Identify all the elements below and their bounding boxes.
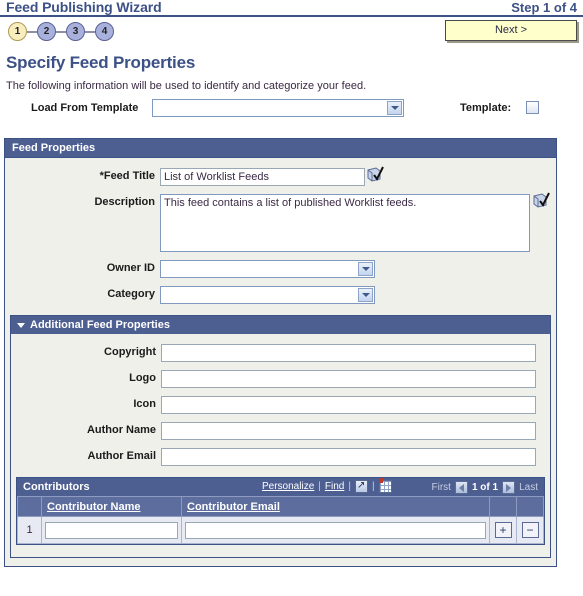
separator: | [318, 481, 321, 492]
logo-input[interactable] [161, 370, 536, 388]
feed-properties-panel: Feed Properties *Feed Title Description … [4, 138, 557, 567]
load-from-template-row: Load From Template Template: [0, 97, 583, 123]
step-dot-4[interactable]: 4 [95, 22, 114, 41]
copyright-label: Copyright [104, 346, 156, 358]
personalize-link[interactable]: Personalize [262, 481, 314, 492]
step-connector [56, 30, 66, 33]
column-header-contributor-email: Contributor Email [181, 496, 490, 517]
load-from-template-label: Load From Template [31, 102, 139, 114]
spell-check-icon[interactable] [533, 192, 551, 208]
wizard-step-bar: 1 2 3 4 Next > [0, 17, 583, 51]
first-link[interactable]: First [432, 482, 451, 493]
contributors-grid-header: Contributors Personalize | Find | | Firs… [17, 478, 544, 496]
contributors-grid-tools: Personalize | Find | | [262, 478, 392, 493]
template-checkbox[interactable] [526, 101, 539, 114]
logo-label: Logo [129, 372, 156, 384]
contributors-table: Contributor Name Contributor Email 1 + − [17, 496, 544, 544]
spell-check-icon[interactable] [367, 166, 385, 182]
description-label: Description [94, 196, 155, 208]
view-all-icon[interactable] [354, 479, 368, 493]
author-email-label: Author Email [87, 450, 156, 462]
feed-title-label: *Feed Title [99, 170, 155, 182]
copyright-input[interactable] [161, 344, 536, 362]
description-row: Description This feed contains a list of… [5, 191, 556, 257]
owner-id-row: Owner ID [5, 257, 556, 283]
delete-row-cell: − [516, 516, 544, 544]
triangle-down-icon[interactable] [17, 322, 25, 328]
wizard-header: Feed Publishing Wizard Step 1 of 4 [0, 0, 583, 17]
icon-label: Icon [133, 398, 156, 410]
additional-feed-properties-panel: Additional Feed Properties Copyright Log… [10, 315, 551, 558]
last-link[interactable]: Last [519, 482, 538, 493]
author-name-row: Author Name [11, 419, 550, 445]
step-connector [85, 30, 95, 33]
wizard-step-indicator: Step 1 of 4 [511, 0, 577, 15]
author-name-label: Author Name [86, 424, 156, 436]
page-intro-text: The following information will be used t… [6, 80, 367, 92]
author-name-input[interactable] [161, 422, 536, 440]
step-dot-1[interactable]: 1 [8, 22, 27, 41]
column-header-delete [516, 496, 544, 517]
next-button[interactable]: Next > [445, 20, 577, 41]
arrow-right-icon[interactable] [502, 481, 516, 494]
step-dot-3[interactable]: 3 [66, 22, 85, 41]
contributor-name-input[interactable] [45, 521, 178, 539]
load-from-template-select[interactable] [152, 99, 404, 117]
additional-feed-properties-header[interactable]: Additional Feed Properties [11, 316, 550, 334]
category-row: Category [5, 283, 556, 309]
feed-title-row: *Feed Title [5, 165, 556, 191]
step-dots: 1 2 3 4 [8, 22, 114, 41]
icon-row: Icon [11, 393, 550, 419]
contributors-pagination: First 1 of 1 Last [432, 481, 538, 494]
page-indicator: 1 of 1 [471, 482, 499, 493]
contributor-email-input[interactable] [185, 521, 486, 539]
owner-id-label: Owner ID [106, 262, 155, 274]
table-row: 1 + − [17, 516, 544, 544]
contributor-email-cell [181, 516, 490, 544]
separator: | [371, 481, 375, 492]
column-header-rownum [17, 496, 42, 517]
page-title: Specify Feed Properties [6, 53, 196, 72]
add-row-cell: + [489, 516, 517, 544]
column-header-add [489, 496, 517, 517]
column-header-contributor-name: Contributor Name [41, 496, 182, 517]
chevron-down-icon [358, 262, 373, 276]
sort-contributor-email-link[interactable]: Contributor Email [187, 501, 280, 513]
arrow-left-icon[interactable] [454, 481, 468, 494]
step-connector [27, 30, 37, 33]
feed-properties-header: Feed Properties [5, 139, 556, 158]
row-number: 1 [17, 516, 42, 544]
download-to-spreadsheet-icon[interactable] [378, 478, 392, 493]
chevron-down-icon [387, 101, 402, 115]
owner-id-select[interactable] [160, 260, 375, 278]
feed-properties-body: *Feed Title Description This feed contai… [5, 158, 556, 566]
sort-contributor-name-link[interactable]: Contributor Name [47, 501, 141, 513]
logo-row: Logo [11, 367, 550, 393]
category-select[interactable] [160, 286, 375, 304]
separator: | [348, 481, 351, 492]
delete-row-button[interactable]: − [521, 522, 539, 538]
step-dot-2[interactable]: 2 [37, 22, 56, 41]
find-link[interactable]: Find [325, 481, 344, 492]
description-textarea[interactable]: This feed contains a list of published W… [160, 194, 530, 252]
contributors-grid: Contributors Personalize | Find | | Firs… [16, 477, 545, 545]
author-email-input[interactable] [161, 448, 536, 466]
additional-feed-properties-title: Additional Feed Properties [30, 319, 170, 331]
additional-feed-properties-body: Copyright Logo Icon Author Name Author E [11, 334, 550, 557]
add-row-button[interactable]: + [494, 522, 512, 538]
contributors-table-header-row: Contributor Name Contributor Email [17, 496, 544, 517]
category-label: Category [107, 288, 155, 300]
icon-input[interactable] [161, 396, 536, 414]
feed-title-input[interactable] [160, 168, 365, 186]
copyright-row: Copyright [11, 341, 550, 367]
wizard-title: Feed Publishing Wizard [6, 0, 162, 15]
chevron-down-icon [358, 288, 373, 302]
author-email-row: Author Email [11, 445, 550, 471]
template-checkbox-label: Template: [460, 102, 512, 114]
contributor-name-cell [41, 516, 182, 544]
contributors-title: Contributors [23, 481, 90, 493]
